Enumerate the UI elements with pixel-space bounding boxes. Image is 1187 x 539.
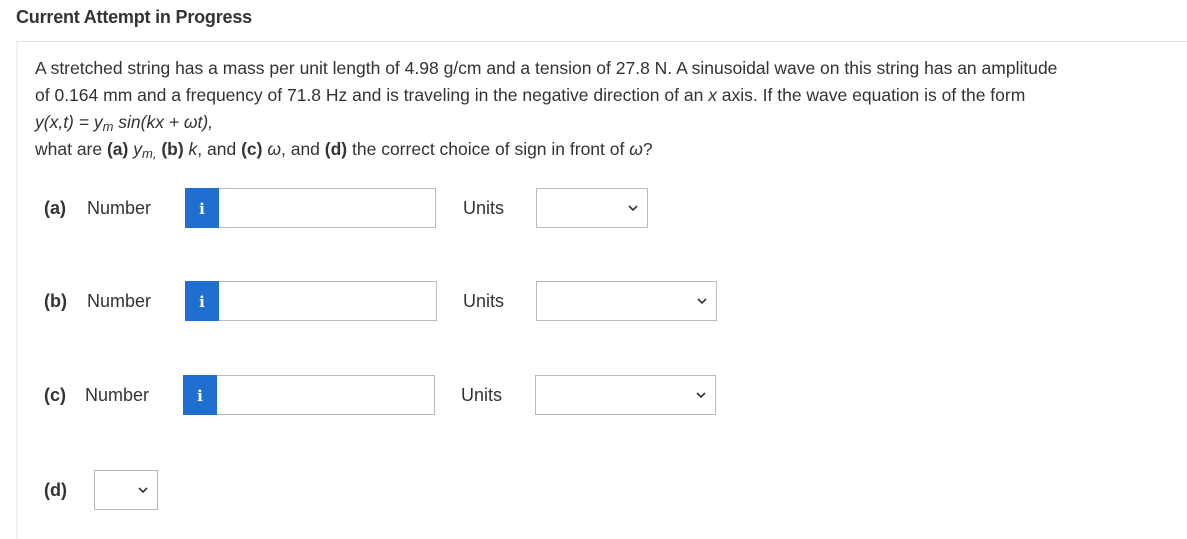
question-line-2: of 0.164 mm and a frequency of 71.8 Hz a… <box>35 85 1026 105</box>
info-icon[interactable]: i <box>183 375 217 415</box>
question-text: A stretched string has a mass per unit l… <box>35 55 1175 163</box>
answer-row-c: (c) Number i Units <box>0 375 720 417</box>
sign-select-d[interactable] <box>94 470 158 510</box>
number-label-b: Number <box>87 291 152 311</box>
question-line-1: A stretched string has a mass per unit l… <box>35 58 1058 78</box>
chevron-down-icon <box>697 298 707 305</box>
question-ask: what are (a) ym, (b) k, and (c) ω, and (… <box>35 139 653 161</box>
page-title: Current Attempt in Progress <box>16 7 252 27</box>
units-label-c: Units <box>461 385 503 405</box>
number-input-a[interactable] <box>219 188 436 228</box>
units-select-b[interactable] <box>536 281 717 321</box>
part-label-c: (c) <box>44 385 66 405</box>
part-label-d: (d) <box>44 480 67 500</box>
answer-row-b: (b) Number i Units <box>0 281 720 323</box>
number-label-c: Number <box>85 385 150 405</box>
answer-row-a: (a) Number i Units <box>0 188 700 230</box>
chevron-down-icon <box>628 205 638 212</box>
units-select-a[interactable] <box>536 188 648 228</box>
info-icon[interactable]: i <box>185 188 219 228</box>
header-divider <box>16 41 1187 42</box>
units-label-b: Units <box>463 291 505 311</box>
number-input-b[interactable] <box>219 281 437 321</box>
part-label-b: (b) <box>44 291 67 311</box>
number-input-c[interactable] <box>217 375 435 415</box>
answer-row-d: (d) <box>0 470 200 512</box>
number-label-a: Number <box>87 198 152 218</box>
wave-equation: y(x,t) = ym sin(kx + ωt), <box>35 112 214 134</box>
part-label-a: (a) <box>44 198 66 218</box>
chevron-down-icon <box>138 487 148 494</box>
info-icon[interactable]: i <box>185 281 219 321</box>
units-label-a: Units <box>463 198 505 218</box>
chevron-down-icon <box>696 392 706 399</box>
units-select-c[interactable] <box>535 375 716 415</box>
